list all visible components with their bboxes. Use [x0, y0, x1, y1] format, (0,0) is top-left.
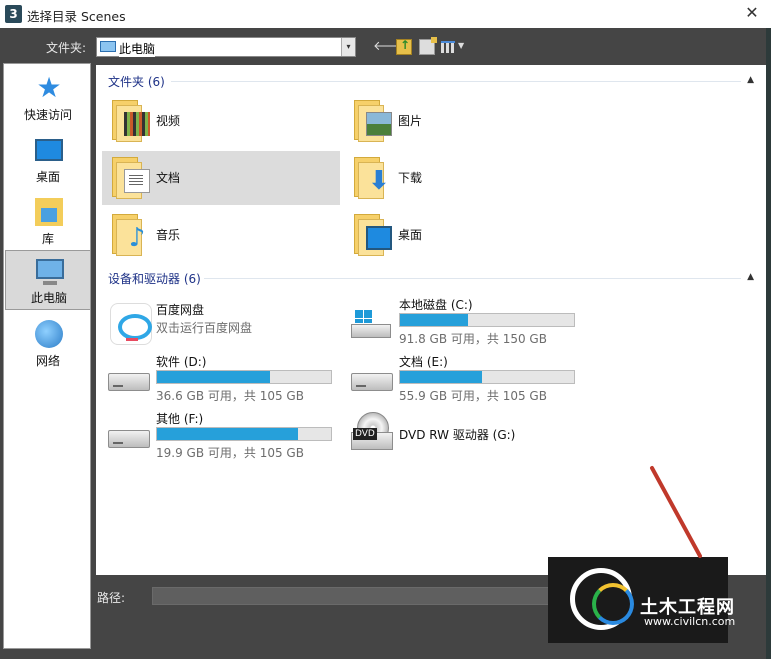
- windows-drive-icon: [351, 310, 391, 338]
- chevron-down-icon[interactable]: ▾: [341, 38, 355, 56]
- drive-c[interactable]: 本地磁盘 (C:) 91.8 GB 可用，共 150 GB: [345, 294, 585, 350]
- drive-e[interactable]: 文档 (E:) 55.9 GB 可用，共 105 GB: [345, 351, 585, 407]
- drive-f[interactable]: 其他 (F:) 19.9 GB 可用，共 105 GB: [102, 408, 342, 464]
- pictures-folder-icon: [354, 100, 392, 142]
- hard-drive-icon: [108, 373, 150, 391]
- background-window-edge: [766, 28, 771, 659]
- music-folder-icon: ♪: [112, 214, 148, 256]
- toolbar: 文件夹: 此电脑 ▾ 🡐 ▼: [0, 28, 771, 62]
- place-quick-access[interactable]: ★ 快速访问: [5, 68, 91, 128]
- group-divider: [204, 278, 741, 279]
- dvd-badge: DVD: [353, 428, 377, 440]
- title-bar: 3 选择目录 Scenes ✕: [0, 0, 771, 28]
- place-label: 快速访问: [23, 108, 72, 122]
- drive-name: 百度网盘: [156, 303, 205, 317]
- folder-name: 图片: [398, 114, 423, 128]
- drive-info: 19.9 GB 可用，共 105 GB: [156, 446, 304, 460]
- file-view: 文件夹 (6) ▲ 视频 图片 文档 ⬇ 下载 ♪ 音乐 桌面 设备和驱动器 (…: [96, 65, 766, 575]
- place-label: 网络: [35, 354, 60, 368]
- drive-baidu-netdisk[interactable]: 百度网盘 双击运行百度网盘: [102, 299, 342, 355]
- drive-usage-bar: [399, 370, 575, 384]
- drive-usage-bar: [156, 370, 332, 384]
- group-divider: [171, 81, 741, 82]
- view-menu-icon[interactable]: ▼: [441, 39, 465, 55]
- drive-name: 文档 (E:): [399, 355, 448, 369]
- place-library[interactable]: 库: [5, 192, 91, 252]
- chevron-down-icon: ▼: [458, 41, 465, 50]
- drive-usage-bar: [156, 427, 332, 441]
- computer-icon: [36, 259, 64, 285]
- folder-downloads[interactable]: ⬇ 下载: [344, 151, 582, 205]
- grid-view-icon: [441, 41, 455, 53]
- back-icon[interactable]: 🡐: [373, 39, 408, 55]
- location-value: 此电脑: [119, 40, 156, 57]
- folder-name: 下载: [398, 171, 423, 185]
- watermark-url: www.civilcn.com: [644, 615, 736, 628]
- folder-name: 视频: [156, 114, 181, 128]
- computer-icon: [100, 41, 116, 52]
- place-network[interactable]: 网络: [5, 314, 91, 374]
- drive-d[interactable]: 软件 (D:) 36.6 GB 可用，共 105 GB: [102, 351, 342, 407]
- place-label: 此电脑: [30, 291, 67, 305]
- drive-usage-bar: [399, 313, 575, 327]
- folder-desktop[interactable]: 桌面: [344, 208, 582, 262]
- star-icon: ★: [36, 71, 62, 104]
- drive-name: 本地磁盘 (C:): [399, 298, 473, 312]
- drive-info: 55.9 GB 可用，共 105 GB: [399, 389, 547, 403]
- folder-music[interactable]: ♪ 音乐: [102, 208, 340, 262]
- drive-info: 双击运行百度网盘: [156, 321, 253, 335]
- civilcn-logo-icon: [592, 583, 634, 625]
- hard-drive-icon: [351, 373, 393, 391]
- baidu-netdisk-icon: [110, 303, 152, 345]
- folder-documents[interactable]: 文档: [102, 151, 340, 205]
- up-folder-icon[interactable]: [396, 38, 412, 55]
- drive-info: 36.6 GB 可用，共 105 GB: [156, 389, 304, 403]
- desktop-icon: [35, 139, 63, 161]
- watermark: 土木工程网 www.civilcn.com: [548, 557, 735, 643]
- video-folder-icon: [112, 100, 150, 142]
- places-bar: ★ 快速访问 桌面 库 此电脑 网络: [3, 63, 91, 649]
- place-label: 桌面: [35, 170, 60, 184]
- folders-group-header[interactable]: 文件夹 (6): [108, 73, 165, 90]
- drive-name: 软件 (D:): [156, 355, 207, 369]
- app-icon: 3: [5, 5, 22, 23]
- downloads-folder-icon: ⬇: [354, 157, 390, 199]
- folder-name: 桌面: [398, 228, 423, 242]
- folder-label: 文件夹:: [46, 41, 87, 55]
- library-icon: [35, 198, 63, 226]
- place-this-pc[interactable]: 此电脑: [5, 250, 91, 310]
- path-label: 路径:: [97, 591, 126, 605]
- path-input[interactable]: [152, 587, 572, 605]
- devices-group-header[interactable]: 设备和驱动器 (6): [108, 270, 201, 287]
- location-combobox[interactable]: 此电脑 ▾: [96, 37, 356, 57]
- window-title: 选择目录 Scenes: [27, 9, 126, 24]
- select-directory-dialog: 3 选择目录 Scenes ✕ 文件夹: 此电脑 ▾ 🡐 ▼ ★ 快速访问 桌面…: [0, 0, 771, 659]
- folder-name: 音乐: [156, 228, 181, 242]
- folder-pictures[interactable]: 图片: [344, 94, 582, 148]
- desktop-folder-icon: [354, 214, 392, 256]
- new-folder-icon[interactable]: [419, 37, 437, 55]
- folder-videos[interactable]: 视频: [102, 94, 340, 148]
- close-button[interactable]: ✕: [741, 3, 763, 25]
- drive-name: DVD RW 驱动器 (G:): [399, 428, 516, 442]
- drive-g-dvd[interactable]: DVD DVD RW 驱动器 (G:): [345, 408, 585, 464]
- drive-info: 91.8 GB 可用，共 150 GB: [399, 332, 547, 346]
- hard-drive-icon: [108, 430, 150, 448]
- drive-name: 其他 (F:): [156, 412, 204, 426]
- network-icon: [35, 320, 63, 348]
- folder-name: 文档: [156, 171, 181, 185]
- place-label: 库: [41, 232, 54, 246]
- documents-folder-icon: [112, 157, 150, 199]
- place-desktop[interactable]: 桌面: [5, 130, 91, 190]
- collapse-icon[interactable]: ▲: [747, 272, 754, 282]
- collapse-icon[interactable]: ▲: [747, 75, 754, 85]
